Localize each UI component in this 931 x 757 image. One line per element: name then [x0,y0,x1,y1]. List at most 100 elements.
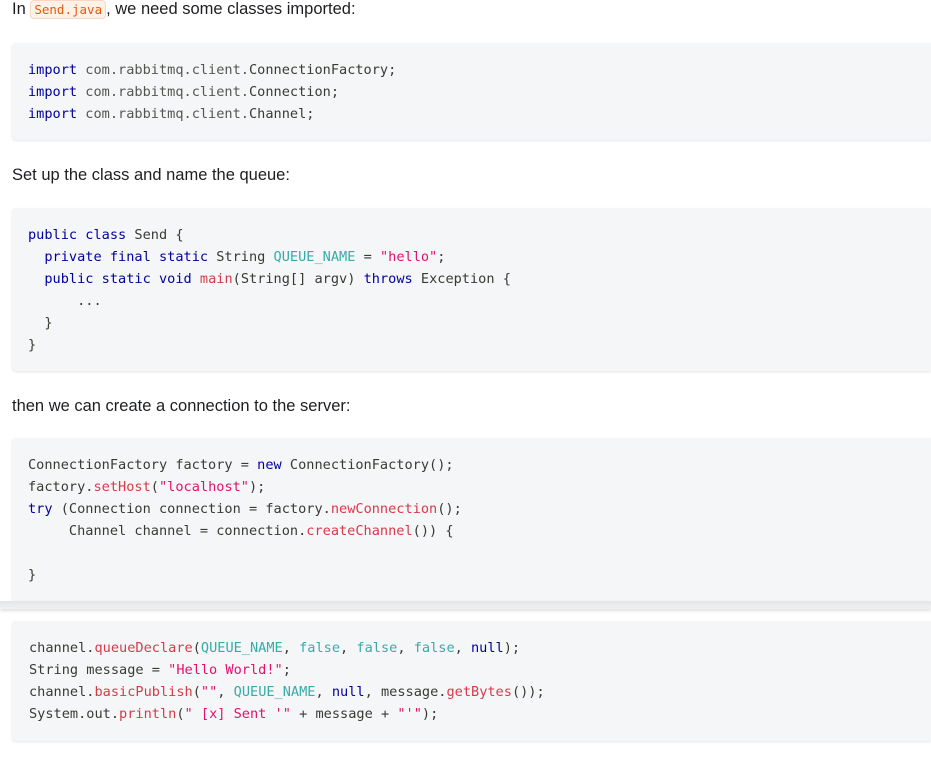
punctuation: , [217,684,234,700]
code-text: Exception { [412,271,511,287]
punctuation: , [454,640,471,656]
boolean-literal: false [299,640,341,656]
code-text: = [355,249,380,265]
code-line: import com.rabbitmq.client.Connection; [28,81,931,103]
string-literal: "localhost" [158,479,249,495]
punctuation: ; [437,249,446,265]
code-line: } [28,564,931,586]
keyword: public static void [44,271,192,287]
punctuation: , [315,684,332,700]
punctuation: ; [282,662,291,678]
code-text: ConnectionFactory factory = [28,457,258,473]
code-line: ConnectionFactory factory = new Connecti… [28,454,931,476]
constant: QUEUE_NAME [200,640,283,656]
constant: QUEUE_NAME [273,249,356,265]
keyword: import [28,62,78,78]
code-line: } [28,334,931,356]
code-line: Channel channel = connection.createChann… [28,520,931,542]
boolean-literal: false [413,640,455,656]
string-literal: "" [200,684,218,700]
code-line: } [28,312,931,334]
punctuation: ( [192,684,201,700]
punctuation: } [44,315,53,331]
constant: QUEUE_NAME [233,684,316,700]
function-name: main [199,271,233,287]
intro-suffix: , we need some classes imported: [106,0,356,18]
code-line: factory.setHost("localhost"); [28,476,931,498]
string-literal: "'" [397,706,422,722]
class-name: Channel [248,106,307,122]
null-keyword: null [331,684,365,700]
setup-class-text: Set up the class and name the queue: [12,166,290,184]
punctuation: } [28,337,37,353]
keyword: throws [363,271,413,287]
code-text: channel. [29,684,95,700]
punctuation: ( [150,479,159,495]
section-divider [0,601,931,609]
code-text: + message + [290,706,398,722]
code-text: Send { [126,227,184,243]
ellipsis: ... [77,293,102,309]
punctuation: ( [192,640,201,656]
code-line: import com.rabbitmq.client.ConnectionFac… [28,59,931,81]
code-line: import com.rabbitmq.client.Channel; [28,103,931,125]
class-code-block[interactable]: public class Send { private final static… [12,208,931,371]
punctuation: ); [249,479,266,495]
code-line: public class Send { [28,224,931,246]
code-line: ... [28,290,931,312]
class-name: ConnectionFactory [248,62,389,78]
filename-inline-code: Send.java [30,0,107,19]
class-name: Connection [248,84,331,100]
code-text: factory. [28,479,94,495]
punctuation: , [397,640,414,656]
punctuation: , [282,640,300,656]
code-line: private final static String QUEUE_NAME =… [28,246,931,268]
function-name: newConnection [330,501,438,517]
code-text: String [208,249,274,265]
keyword: import [28,84,78,100]
code-line: channel.queueDeclare(QUEUE_NAME, false, … [29,637,931,659]
code-line: String message = "Hello World!"; [29,659,931,681]
punctuation: ( [176,706,185,722]
intro-prefix: In [12,0,31,18]
code-text: (Connection connection = factory. [52,501,331,517]
punctuation: ()); [511,684,545,700]
keyword: new [257,457,282,473]
keyword: private final static [44,249,209,265]
punctuation: ; [388,62,397,78]
code-text: , message. [364,684,447,700]
function-name: basicPublish [94,684,193,700]
punctuation: ); [503,640,521,656]
punctuation: (); [437,501,462,517]
code-text: String message = [29,662,169,678]
create-connection-text: then we can create a connection to the s… [12,397,351,415]
string-literal: " [x] Sent '" [184,706,291,722]
imports-code-block[interactable]: import com.rabbitmq.client. ConnectionFac… [12,43,931,140]
punctuation: ; [306,106,315,122]
package: com.rabbitmq.client. [85,84,249,100]
function-name: println [119,706,177,722]
punctuation: , [340,640,357,656]
function-name: getBytes [446,684,512,700]
code-text: ConnectionFactory(); [281,457,454,473]
code-line: channel.basicPublish("", QUEUE_NAME, nul… [29,681,931,703]
keyword: import [28,106,78,122]
publish-code-block[interactable]: channel.queueDeclare(QUEUE_NAME, false, … [12,621,931,741]
boolean-literal: false [356,640,398,656]
intro-text: In Send.java, we need some classes impor… [12,0,356,21]
code-line: System.out.println(" [x] Sent '" + messa… [29,703,931,725]
package: com.rabbitmq.client. [85,106,249,122]
function-name: queueDeclare [94,640,193,656]
code-text: System.out. [29,706,120,722]
punctuation: } [28,567,37,583]
punctuation: ); [421,706,439,722]
code-line: try (Connection connection = factory.new… [28,498,931,520]
keyword: public class [28,227,127,243]
code-text: channel. [29,640,95,656]
function-name: createChannel [306,523,413,539]
connection-code-block[interactable]: ConnectionFactory factory = new Connecti… [12,438,931,601]
null-keyword: null [471,640,504,656]
string-literal: "hello" [379,249,438,265]
code-text: (String[] argv) [232,271,364,287]
